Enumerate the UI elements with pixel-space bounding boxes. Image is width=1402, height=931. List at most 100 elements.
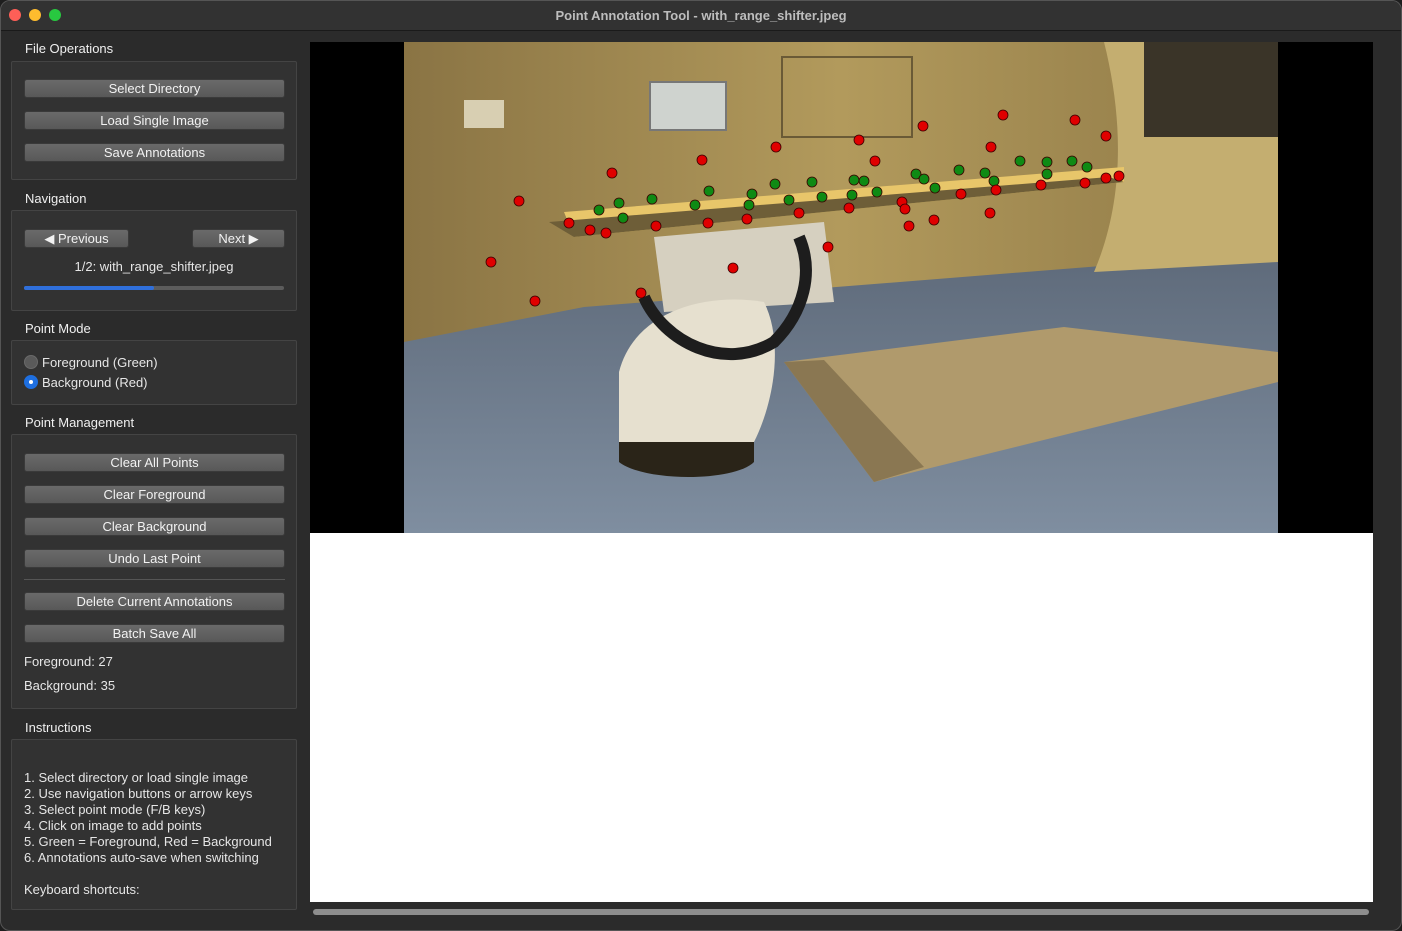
instructions-title: Instructions	[25, 720, 92, 735]
background-point[interactable]	[917, 120, 929, 132]
background-point[interactable]	[563, 217, 575, 229]
background-point[interactable]	[635, 287, 647, 299]
background-point[interactable]	[928, 214, 940, 226]
vertical-scrollbar[interactable]	[1374, 42, 1388, 902]
foreground-point[interactable]	[743, 199, 755, 211]
background-point[interactable]	[990, 184, 1002, 196]
foreground-point[interactable]	[689, 199, 701, 211]
background-point[interactable]	[1100, 172, 1112, 184]
background-point[interactable]	[529, 295, 541, 307]
foreground-point[interactable]	[1066, 155, 1078, 167]
background-point[interactable]	[1100, 130, 1112, 142]
annotation-points-layer[interactable]	[404, 42, 1278, 533]
background-point[interactable]	[899, 203, 911, 215]
app-window: Point Annotation Tool - with_range_shift…	[0, 0, 1402, 931]
navigation-progress-bar	[24, 286, 284, 290]
image-letterbox	[310, 42, 1373, 533]
foreground-point[interactable]	[979, 167, 991, 179]
background-point[interactable]	[1035, 179, 1047, 191]
background-point[interactable]	[869, 155, 881, 167]
foreground-point[interactable]	[988, 175, 1000, 187]
background-point[interactable]	[485, 256, 497, 268]
foreground-point[interactable]	[1014, 155, 1026, 167]
background-point[interactable]	[843, 202, 855, 214]
foreground-point[interactable]	[806, 176, 818, 188]
background-point[interactable]	[955, 188, 967, 200]
foreground-point[interactable]	[929, 182, 941, 194]
background-point[interactable]	[853, 134, 865, 146]
instruction-line: 3. Select point mode (F/B keys)	[24, 802, 206, 817]
point-management-group: Clear All Points Clear Foreground Clear …	[11, 434, 297, 709]
instruction-line: 6. Annotations auto-save when switching	[24, 850, 259, 865]
foreground-point[interactable]	[746, 188, 758, 200]
foreground-mode-radio[interactable]: Foreground (Green)	[24, 353, 158, 371]
keyboard-shortcuts-label: Keyboard shortcuts:	[24, 882, 140, 897]
foreground-point[interactable]	[703, 185, 715, 197]
save-annotations-button[interactable]: Save Annotations	[24, 143, 285, 162]
foreground-point[interactable]	[617, 212, 629, 224]
foreground-point[interactable]	[816, 191, 828, 203]
previous-button[interactable]: ◀ Previous	[24, 229, 129, 248]
point-mode-group: Foreground (Green) Background (Red)	[11, 340, 297, 405]
background-point[interactable]	[793, 207, 805, 219]
foreground-radio-indicator[interactable]	[24, 355, 38, 369]
foreground-point[interactable]	[613, 197, 625, 209]
navigation-group: ◀ Previous Next ▶ 1/2: with_range_shifte…	[11, 210, 297, 311]
background-mode-radio[interactable]: Background (Red)	[24, 373, 148, 391]
foreground-point[interactable]	[846, 189, 858, 201]
foreground-point[interactable]	[848, 174, 860, 186]
select-directory-button[interactable]: Select Directory	[24, 79, 285, 98]
horizontal-scrollbar-thumb[interactable]	[313, 909, 1369, 915]
background-radio-indicator[interactable]	[24, 375, 38, 389]
next-button[interactable]: Next ▶	[192, 229, 285, 248]
background-point[interactable]	[650, 220, 662, 232]
foreground-point[interactable]	[858, 175, 870, 187]
background-point[interactable]	[741, 213, 753, 225]
foreground-point[interactable]	[918, 173, 930, 185]
background-point[interactable]	[696, 154, 708, 166]
foreground-point[interactable]	[1041, 156, 1053, 168]
file-operations-group: Select Directory Load Single Image Save …	[11, 61, 297, 180]
background-point[interactable]	[513, 195, 525, 207]
background-radio-label: Background (Red)	[42, 374, 148, 390]
background-point[interactable]	[702, 217, 714, 229]
foreground-point[interactable]	[783, 194, 795, 206]
annotation-canvas[interactable]	[310, 42, 1373, 902]
background-point[interactable]	[1079, 177, 1091, 189]
background-point[interactable]	[984, 207, 996, 219]
background-point[interactable]	[903, 220, 915, 232]
background-point[interactable]	[600, 227, 612, 239]
navigation-progress-fill	[24, 286, 154, 290]
horizontal-scrollbar[interactable]	[310, 906, 1373, 918]
load-single-image-button[interactable]: Load Single Image	[24, 111, 285, 130]
background-point[interactable]	[606, 167, 618, 179]
undo-last-point-button[interactable]: Undo Last Point	[24, 549, 285, 568]
background-point[interactable]	[1069, 114, 1081, 126]
background-point[interactable]	[1113, 170, 1125, 182]
foreground-point[interactable]	[593, 204, 605, 216]
foreground-point[interactable]	[953, 164, 965, 176]
background-point[interactable]	[770, 141, 782, 153]
clear-foreground-button[interactable]: Clear Foreground	[24, 485, 285, 504]
instruction-line: 1. Select directory or load single image	[24, 770, 249, 785]
point-mode-title: Point Mode	[25, 321, 91, 336]
background-point[interactable]	[997, 109, 1009, 121]
background-point[interactable]	[727, 262, 739, 274]
background-point[interactable]	[584, 224, 596, 236]
foreground-point[interactable]	[871, 186, 883, 198]
foreground-point[interactable]	[1081, 161, 1093, 173]
annotated-image[interactable]	[404, 42, 1278, 533]
clear-all-points-button[interactable]: Clear All Points	[24, 453, 285, 472]
clear-background-button[interactable]: Clear Background	[24, 517, 285, 536]
batch-save-all-button[interactable]: Batch Save All	[24, 624, 285, 643]
foreground-point[interactable]	[646, 193, 658, 205]
point-management-title: Point Management	[25, 415, 135, 430]
foreground-point[interactable]	[1041, 168, 1053, 180]
foreground-point[interactable]	[769, 178, 781, 190]
foreground-radio-label: Foreground (Green)	[42, 354, 158, 370]
navigation-title: Navigation	[25, 191, 87, 206]
background-point[interactable]	[822, 241, 834, 253]
window-title: Point Annotation Tool - with_range_shift…	[555, 8, 847, 23]
delete-current-annotations-button[interactable]: Delete Current Annotations	[24, 592, 285, 611]
background-point[interactable]	[985, 141, 997, 153]
